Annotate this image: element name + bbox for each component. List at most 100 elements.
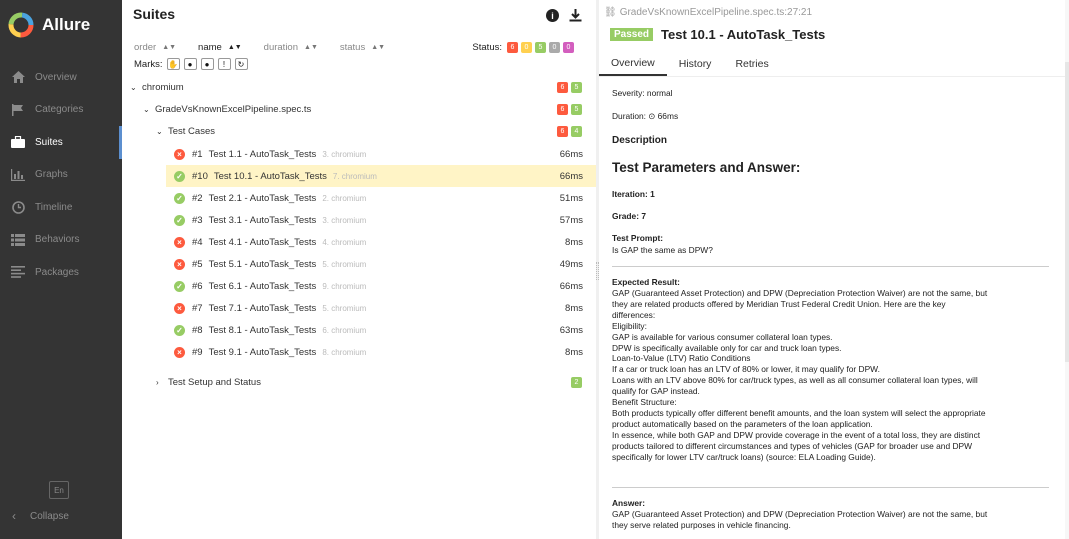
marks-filter: Marks: ✋ ● ● ! ↻ [134, 58, 248, 70]
sort-name-button[interactable]: name ▲▼ [198, 42, 242, 53]
mark-new-passed-icon[interactable]: ● [200, 58, 214, 70]
test-number: #4 [192, 236, 203, 248]
test-row[interactable]: × #5 Test 5.1 - AutoTask_Tests 5. chromi… [166, 253, 596, 275]
node-counts: 6 5 [554, 81, 582, 93]
test-name: Test 10.1 - AutoTask_Tests [213, 170, 327, 182]
test-row[interactable]: × #9 Test 9.1 - AutoTask_Tests 8. chromi… [166, 341, 596, 363]
test-row[interactable]: × #7 Test 7.1 - AutoTask_Tests 5. chromi… [166, 297, 596, 319]
test-meta: 5. chromium [322, 303, 367, 313]
duration: Duration: ⊙ 66ms [612, 111, 679, 121]
test-row[interactable]: × #1 Test 1.1 - AutoTask_Tests 3. chromi… [166, 143, 596, 165]
failed-status-icon: × [174, 258, 185, 270]
sidebar-nav: Overview Categories Suites Graphs Timeli… [0, 61, 122, 289]
test-path[interactable]: ⛓ GradeVsKnownExcelPipeline.spec.ts:27:2… [604, 7, 812, 18]
sort-status-button[interactable]: status ▲▼ [340, 42, 385, 53]
test-row[interactable]: ✓ #3 Test 3.1 - AutoTask_Tests 3. chromi… [166, 209, 596, 231]
test-number: #8 [192, 324, 203, 336]
mark-flaky-icon[interactable]: ✋ [166, 58, 180, 70]
passed-count-badge: 5 [571, 103, 582, 115]
collapse-button[interactable]: ‹ Collapse [12, 509, 69, 523]
passed-status-icon: ✓ [174, 170, 185, 182]
filter-passed-toggle[interactable]: 5 [535, 41, 546, 53]
filter-failed-toggle[interactable]: 6 [507, 41, 518, 53]
download-icon[interactable] [569, 9, 582, 25]
chevron-down-icon: ⌄ [143, 104, 150, 114]
filter-broken-toggle[interactable]: 0 [521, 41, 532, 53]
test-name: Test 3.1 - AutoTask_Tests [208, 214, 317, 226]
sidebar-item-categories[interactable]: Categories [0, 94, 122, 127]
answer-label: Answer: [612, 498, 646, 508]
detail-scrollbar[interactable] [1065, 0, 1069, 539]
tab-overview[interactable]: Overview [599, 51, 667, 76]
tree-node-label: chromium [142, 81, 184, 93]
failed-count-badge: 6 [557, 103, 568, 115]
test-duration: 8ms [565, 236, 583, 248]
sort-label: status [339, 41, 366, 53]
sidebar-item-packages[interactable]: Packages [0, 256, 122, 289]
iteration: Iteration: 1 [612, 189, 655, 199]
sort-duration-button[interactable]: duration ▲▼ [264, 42, 318, 53]
language-button[interactable]: En [49, 481, 69, 499]
test-heading: Passed Test 10.1 - AutoTask_Tests [610, 27, 825, 42]
test-duration: 66ms [559, 148, 583, 160]
tree-node-test-setup[interactable]: › Test Setup and Status 2 [122, 371, 596, 393]
test-name: Test 1.1 - AutoTask_Tests [208, 148, 317, 160]
tree-node-test-cases[interactable]: ⌄ Test Cases 6 4 [122, 120, 596, 142]
home-icon [10, 70, 26, 84]
status-badge: Passed [610, 28, 654, 41]
sidebar-item-behaviors[interactable]: Behaviors [0, 224, 122, 257]
test-meta: 7. chromium [332, 171, 377, 181]
bar-chart-icon [10, 168, 26, 182]
tab-history[interactable]: History [667, 51, 724, 76]
mark-new-failed-icon[interactable]: ● [183, 58, 197, 70]
sidebar-item-suites[interactable]: Suites [0, 126, 122, 159]
test-row[interactable]: ✓ #6 Test 6.1 - AutoTask_Tests 9. chromi… [166, 275, 596, 297]
test-row[interactable]: × #4 Test 4.1 - AutoTask_Tests 4. chromi… [166, 231, 596, 253]
sidebar-item-label: Graphs [35, 169, 68, 181]
tree-node-label: GradeVsKnownExcelPipeline.spec.ts [155, 103, 312, 115]
sidebar-item-overview[interactable]: Overview [0, 61, 122, 94]
test-name: Test 7.1 - AutoTask_Tests [208, 302, 317, 314]
tree-node-spec-file[interactable]: ⌄ GradeVsKnownExcelPipeline.spec.ts 6 5 [122, 98, 596, 120]
test-row[interactable]: ✓ #8 Test 8.1 - AutoTask_Tests 6. chromi… [166, 319, 596, 341]
tree-node-label: Test Setup and Status [168, 376, 261, 388]
test-number: #9 [192, 346, 203, 358]
filter-skipped-toggle[interactable]: 0 [549, 41, 560, 53]
test-duration: 49ms [559, 258, 583, 270]
tab-retries[interactable]: Retries [723, 51, 780, 76]
flag-icon [10, 103, 26, 117]
brand[interactable]: Allure [0, 0, 122, 50]
page-title: Suites [133, 6, 176, 22]
scrollbar-thumb[interactable] [1065, 62, 1069, 362]
sort-order-button[interactable]: order ▲▼ [134, 42, 176, 53]
test-meta: 6. chromium [322, 325, 367, 335]
passed-status-icon: ✓ [174, 280, 185, 292]
passed-count-badge: 5 [571, 81, 582, 93]
sidebar: Allure Overview Categories Suites Graphs… [0, 0, 122, 539]
sidebar-item-label: Overview [35, 71, 77, 83]
test-duration: 51ms [559, 192, 583, 204]
mark-retries-icon[interactable]: ↻ [234, 58, 248, 70]
sidebar-item-timeline[interactable]: Timeline [0, 191, 122, 224]
divider [612, 266, 1049, 267]
link-icon: ⛓ [604, 7, 617, 18]
sort-arrows-icon: ▲▼ [371, 43, 386, 51]
sidebar-item-graphs[interactable]: Graphs [0, 159, 122, 192]
test-path-text: GradeVsKnownExcelPipeline.spec.ts:27:21 [619, 7, 813, 18]
divider [612, 487, 1049, 488]
answer-text: GAP (Guaranteed Asset Protection) and DP… [612, 509, 988, 530]
test-row-selected[interactable]: ✓ #10 Test 10.1 - AutoTask_Tests 7. chro… [166, 165, 596, 187]
briefcase-icon [10, 135, 26, 149]
info-icon[interactable]: i [546, 9, 559, 22]
test-meta: 9. chromium [322, 281, 367, 291]
sort-label: order [134, 41, 157, 53]
test-row[interactable]: ✓ #2 Test 2.1 - AutoTask_Tests 2. chromi… [166, 187, 596, 209]
sidebar-item-label: Packages [35, 266, 79, 278]
failed-status-icon: × [174, 148, 185, 160]
mark-new-broken-icon[interactable]: ! [217, 58, 231, 70]
prompt-text: Is GAP the same as DPW? [612, 245, 713, 255]
tree-node-chromium[interactable]: ⌄ chromium 6 5 [122, 76, 596, 98]
test-meta: 5. chromium [322, 259, 367, 269]
sidebar-item-label: Timeline [35, 201, 73, 213]
filter-unknown-toggle[interactable]: 0 [563, 41, 574, 53]
